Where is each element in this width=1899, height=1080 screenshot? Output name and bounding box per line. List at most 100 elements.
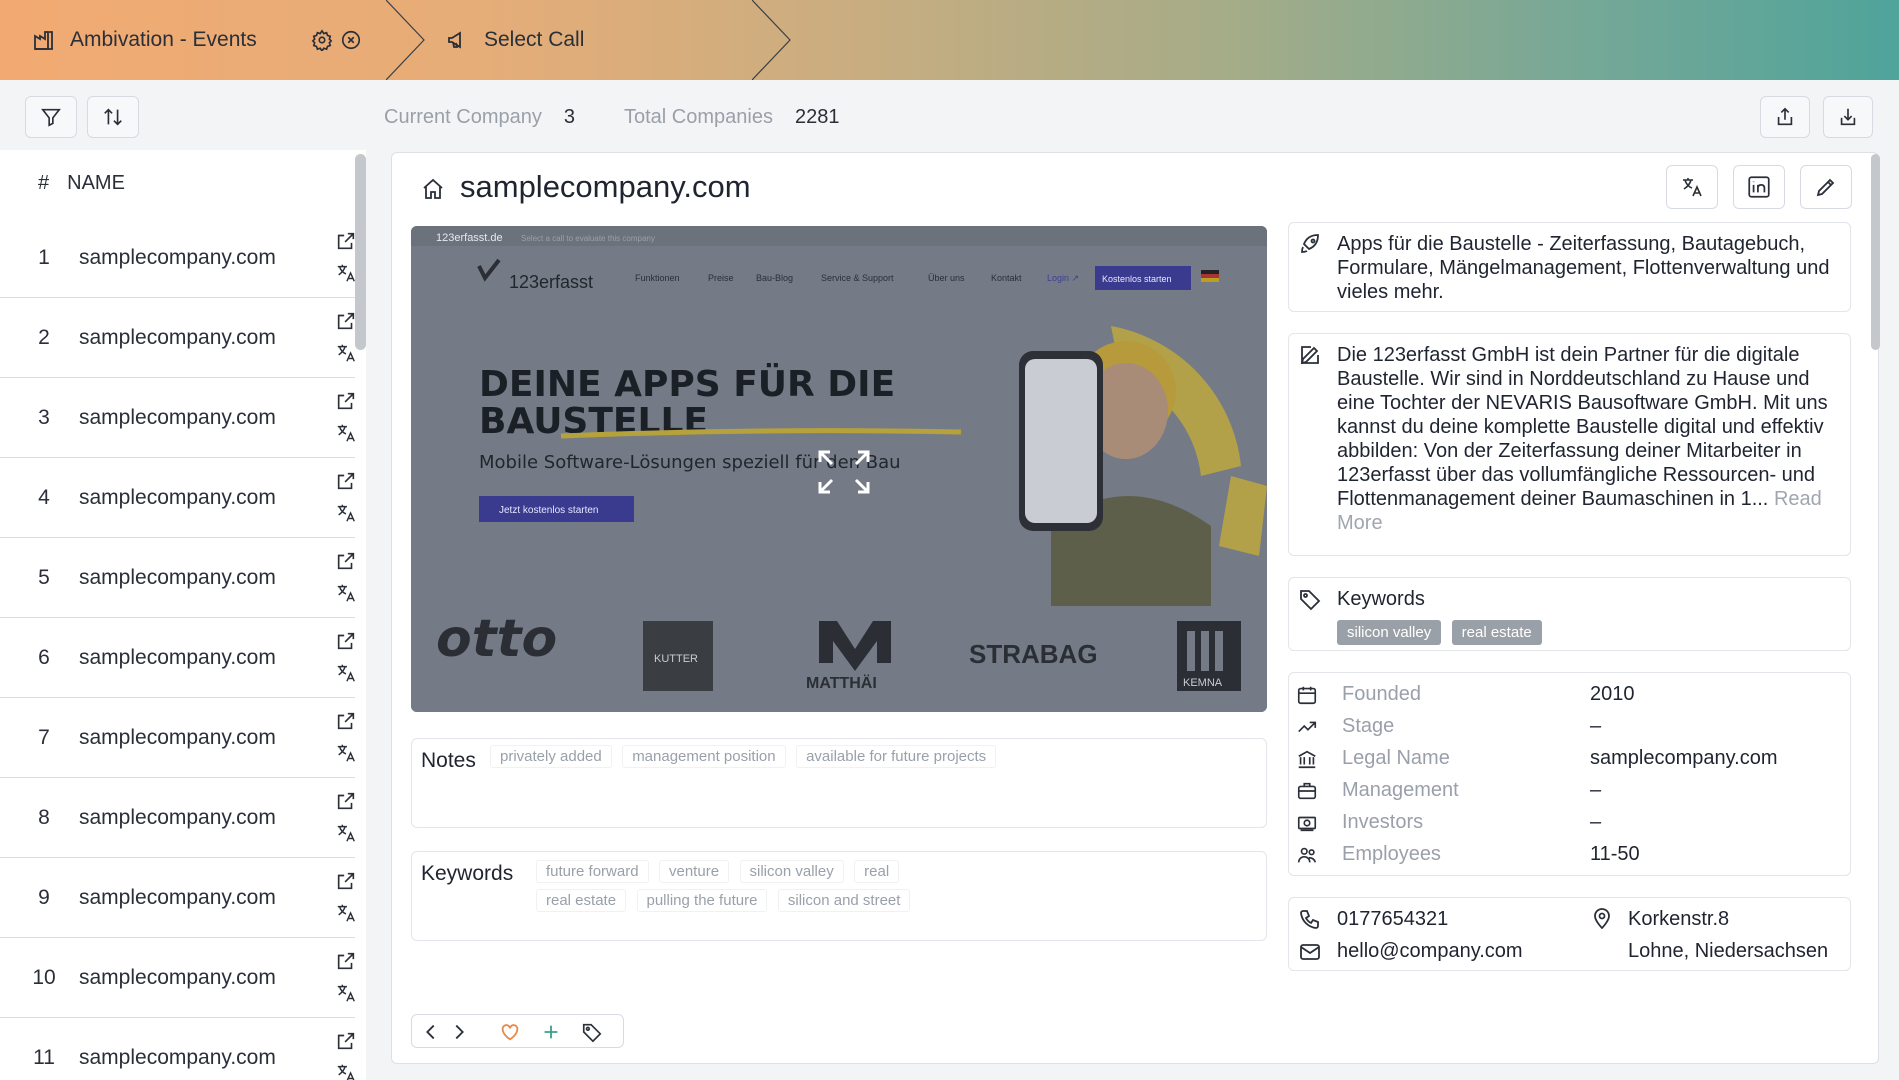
preview-nav-item: Bau-Blog [756,273,793,283]
open-external-icon[interactable] [335,710,357,732]
detail-row-management: Management – [1296,775,1856,807]
keyword-chip[interactable]: silicon valley [739,860,844,883]
edit-note-icon [1300,346,1319,365]
detail-row-founded: Founded 2010 [1296,679,1856,711]
translate-icon[interactable] [335,502,357,524]
list-item[interactable]: 7 samplecompany.com [0,698,355,778]
translate-icon[interactable] [335,822,357,844]
factory-icon [34,31,53,50]
translate-icon[interactable] [335,262,357,284]
translate-icon[interactable] [335,422,357,444]
list-item[interactable]: 5 samplecompany.com [0,538,355,618]
translate-button[interactable] [1666,165,1718,209]
keyword-tag[interactable]: real estate [1451,620,1542,645]
row-number: 8 [38,806,50,829]
col-name-header: NAME [67,172,125,194]
col-num-header: # [38,172,50,194]
detail-label: Legal Name [1342,747,1450,769]
note-chip[interactable]: privately added [490,745,612,768]
current-company-label: Current Company [384,106,542,128]
close-circle-icon[interactable] [340,29,362,51]
brand-logo-otto: otto [436,609,557,669]
note-chip[interactable]: available for future projects [796,745,997,768]
row-number: 1 [38,246,50,269]
list-item[interactable]: 9 samplecompany.com [0,858,355,938]
download-button[interactable] [1823,96,1873,138]
row-number: 7 [38,726,50,749]
open-external-icon[interactable] [335,630,357,652]
linkedin-button[interactable] [1733,165,1785,209]
detail-value: – [1590,811,1602,833]
translate-icon[interactable] [335,582,357,604]
edit-button[interactable] [1800,165,1852,209]
detail-value: samplecompany.com [1590,747,1778,769]
translate-icon[interactable] [335,1062,357,1080]
row-number: 9 [38,886,50,909]
keyword-chip[interactable]: future forward [536,860,649,883]
filter-button[interactable] [25,96,77,138]
list-item[interactable]: 2 samplecompany.com [0,298,355,378]
keyword-chip[interactable]: real estate [536,889,627,912]
open-external-icon[interactable] [335,790,357,812]
list-item[interactable]: 4 samplecompany.com [0,458,355,538]
sort-button[interactable] [87,96,139,138]
detail-label: Employees [1342,843,1441,865]
list-item[interactable]: 10 samplecompany.com [0,938,355,1018]
open-external-icon[interactable] [335,390,357,412]
open-external-icon[interactable] [335,870,357,892]
gear-icon[interactable] [311,29,333,51]
open-external-icon[interactable] [335,230,357,252]
share-button[interactable] [1760,96,1810,138]
home-icon [423,178,443,199]
translate-icon[interactable] [335,342,357,364]
list-item[interactable]: 6 samplecompany.com [0,618,355,698]
open-external-icon[interactable] [335,310,357,332]
share-icon [1777,107,1793,126]
megaphone-icon [448,31,461,49]
keywords-box[interactable]: Keywords future forward venture silicon … [411,851,1267,941]
open-external-icon[interactable] [335,550,357,572]
detail-row-investors: Investors – [1296,807,1856,839]
translate-icon[interactable] [335,742,357,764]
translate-icon[interactable] [335,662,357,684]
open-external-icon[interactable] [335,1030,357,1052]
keyword-chip[interactable]: venture [659,860,730,883]
company-title: samplecompany.com [460,169,751,204]
website-screenshot[interactable]: 123erfasst.de Select a call to evaluate … [411,226,1267,712]
translate-icon[interactable] [335,902,357,924]
contact-city: Lohne, Niedersachsen [1628,940,1829,962]
note-chip[interactable]: management position [622,745,786,768]
detail-row-legal-name: Legal Name samplecompany.com [1296,743,1856,775]
record-actions-bar [411,1014,624,1048]
keyword-tag[interactable]: silicon valley [1337,620,1442,645]
breadcrumb-select-call[interactable]: Select Call [446,0,584,80]
row-name: samplecompany.com [79,646,276,669]
chevron-left-icon[interactable] [420,1021,442,1043]
tag-icon[interactable] [581,1021,603,1043]
keyword-chip[interactable]: pulling the future [636,889,768,912]
list-item[interactable]: 1 samplecompany.com [0,218,355,298]
contact-phone[interactable]: 0177654321 [1337,907,1448,931]
translate-icon[interactable] [335,982,357,1004]
brand-logo-kutter: KUTTER [654,653,698,665]
main-scrollbar[interactable] [1871,154,1880,350]
keyword-chip[interactable]: silicon and street [777,889,911,912]
list-item[interactable]: 8 samplecompany.com [0,778,355,858]
keyword-chip[interactable]: real [854,860,900,883]
list-item[interactable]: 11 samplecompany.com [0,1018,355,1080]
notes-box[interactable]: Notes privately added management positio… [411,738,1267,828]
breadcrumb-events[interactable]: Ambivation - Events [32,0,257,80]
detail-row-employees: Employees 11-50 [1296,839,1856,871]
open-external-icon[interactable] [335,950,357,972]
chevron-right-icon[interactable] [448,1021,470,1043]
row-name: samplecompany.com [79,966,276,989]
preview-headline-1: DEINE APPS FÜR DIE [479,363,895,405]
plus-icon[interactable] [540,1021,562,1043]
preview-cta: Kostenlos starten [1102,274,1172,284]
breadcrumb-separator [752,0,791,80]
heart-icon[interactable] [499,1021,521,1043]
preview-nav-item: Über uns [928,273,965,283]
list-item[interactable]: 3 samplecompany.com [0,378,355,458]
open-external-icon[interactable] [335,470,357,492]
contact-email[interactable]: hello@company.com [1337,939,1523,963]
